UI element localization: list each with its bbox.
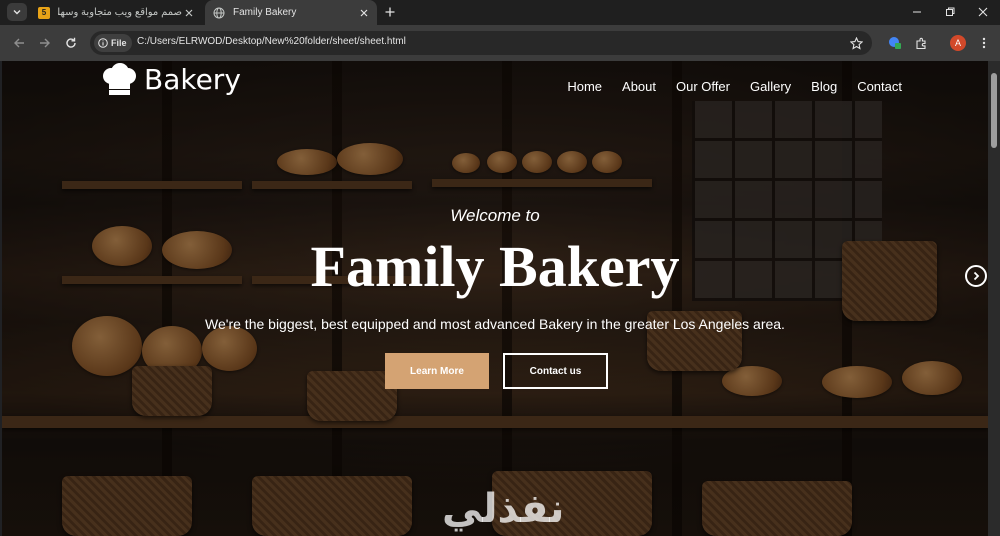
tab-active[interactable]: Family Bakery bbox=[205, 0, 377, 25]
carousel-next-button[interactable] bbox=[965, 265, 987, 287]
learn-more-button[interactable]: Learn More bbox=[385, 353, 489, 389]
puzzle-icon bbox=[915, 37, 926, 49]
main-nav: Home About Our Offer Gallery Blog Contac… bbox=[567, 79, 902, 94]
profile-avatar[interactable]: A bbox=[950, 35, 966, 51]
nav-link-blog[interactable]: Blog bbox=[811, 79, 837, 94]
star-icon bbox=[849, 36, 863, 50]
hero-subtitle: We're the biggest, best equipped and mos… bbox=[205, 316, 785, 332]
webpage-viewport: Bakery Home About Our Offer Gallery Blog… bbox=[2, 61, 988, 536]
chef-hat-icon bbox=[103, 63, 136, 95]
nav-link-contact[interactable]: Contact bbox=[857, 79, 902, 94]
extensions-menu-button[interactable] bbox=[912, 34, 930, 52]
nav-link-home[interactable]: Home bbox=[567, 79, 602, 94]
close-icon bbox=[978, 7, 988, 17]
chevron-down-icon bbox=[13, 10, 21, 15]
logo-text: Bakery bbox=[144, 62, 241, 96]
reload-button[interactable] bbox=[62, 34, 80, 52]
globe-icon bbox=[213, 7, 225, 18]
tab-search-button[interactable] bbox=[7, 3, 27, 21]
forward-button[interactable] bbox=[36, 34, 54, 52]
browser-menu-button[interactable] bbox=[975, 34, 993, 52]
extension-colored-icon bbox=[889, 37, 901, 49]
browser-toolbar: File C:/Users/ELRWOD/Desktop/New%20folde… bbox=[0, 25, 1000, 61]
tab-favicon: 5 bbox=[38, 6, 50, 19]
scrollbar-thumb[interactable] bbox=[991, 73, 997, 148]
chevron-right-icon bbox=[973, 271, 980, 281]
nav-link-our-offer[interactable]: Our Offer bbox=[676, 79, 730, 94]
close-icon[interactable] bbox=[357, 6, 371, 20]
close-window-button[interactable] bbox=[975, 4, 991, 20]
minimize-button[interactable] bbox=[909, 4, 925, 20]
hero-welcome-text: Welcome to bbox=[450, 206, 540, 225]
site-chip-label: File bbox=[111, 38, 127, 48]
tab-strip: 5 صمم مواقع ويب متجاوبة وسهلة Family Bak… bbox=[0, 0, 1000, 25]
site-logo[interactable]: Bakery bbox=[100, 61, 241, 97]
info-icon bbox=[98, 38, 108, 48]
tab-title: صمم مواقع ويب متجاوبة وسهلة bbox=[58, 7, 182, 18]
nav-link-gallery[interactable]: Gallery bbox=[750, 79, 791, 94]
hero-title: Family Bakery bbox=[310, 234, 680, 299]
nav-link-about[interactable]: About bbox=[622, 79, 656, 94]
restore-button[interactable] bbox=[942, 4, 958, 20]
contact-us-button[interactable]: Contact us bbox=[503, 353, 608, 389]
address-bar[interactable]: File C:/Users/ELRWOD/Desktop/New%20folde… bbox=[90, 31, 872, 55]
arrow-left-icon bbox=[14, 38, 24, 48]
tab-inactive[interactable]: 5 صمم مواقع ويب متجاوبة وسهلة bbox=[32, 0, 202, 25]
watermark-logo: نفذلي bbox=[442, 486, 565, 532]
site-info-chip[interactable]: File bbox=[94, 34, 132, 52]
back-button[interactable] bbox=[10, 34, 28, 52]
page-scrollbar[interactable] bbox=[988, 61, 1000, 536]
new-tab-button[interactable] bbox=[382, 4, 398, 20]
bookmark-star-button[interactable] bbox=[848, 35, 864, 51]
minimize-icon bbox=[913, 11, 921, 13]
restore-icon bbox=[946, 7, 955, 16]
tab-title: Family Bakery bbox=[233, 7, 297, 18]
url-text[interactable]: C:/Users/ELRWOD/Desktop/New%20folder/she… bbox=[137, 36, 406, 47]
extension-button[interactable] bbox=[886, 34, 904, 52]
close-icon[interactable] bbox=[182, 6, 196, 20]
reload-icon bbox=[66, 37, 76, 48]
plus-icon bbox=[385, 7, 395, 17]
kebab-menu-icon bbox=[982, 37, 986, 49]
arrow-right-icon bbox=[40, 38, 50, 48]
